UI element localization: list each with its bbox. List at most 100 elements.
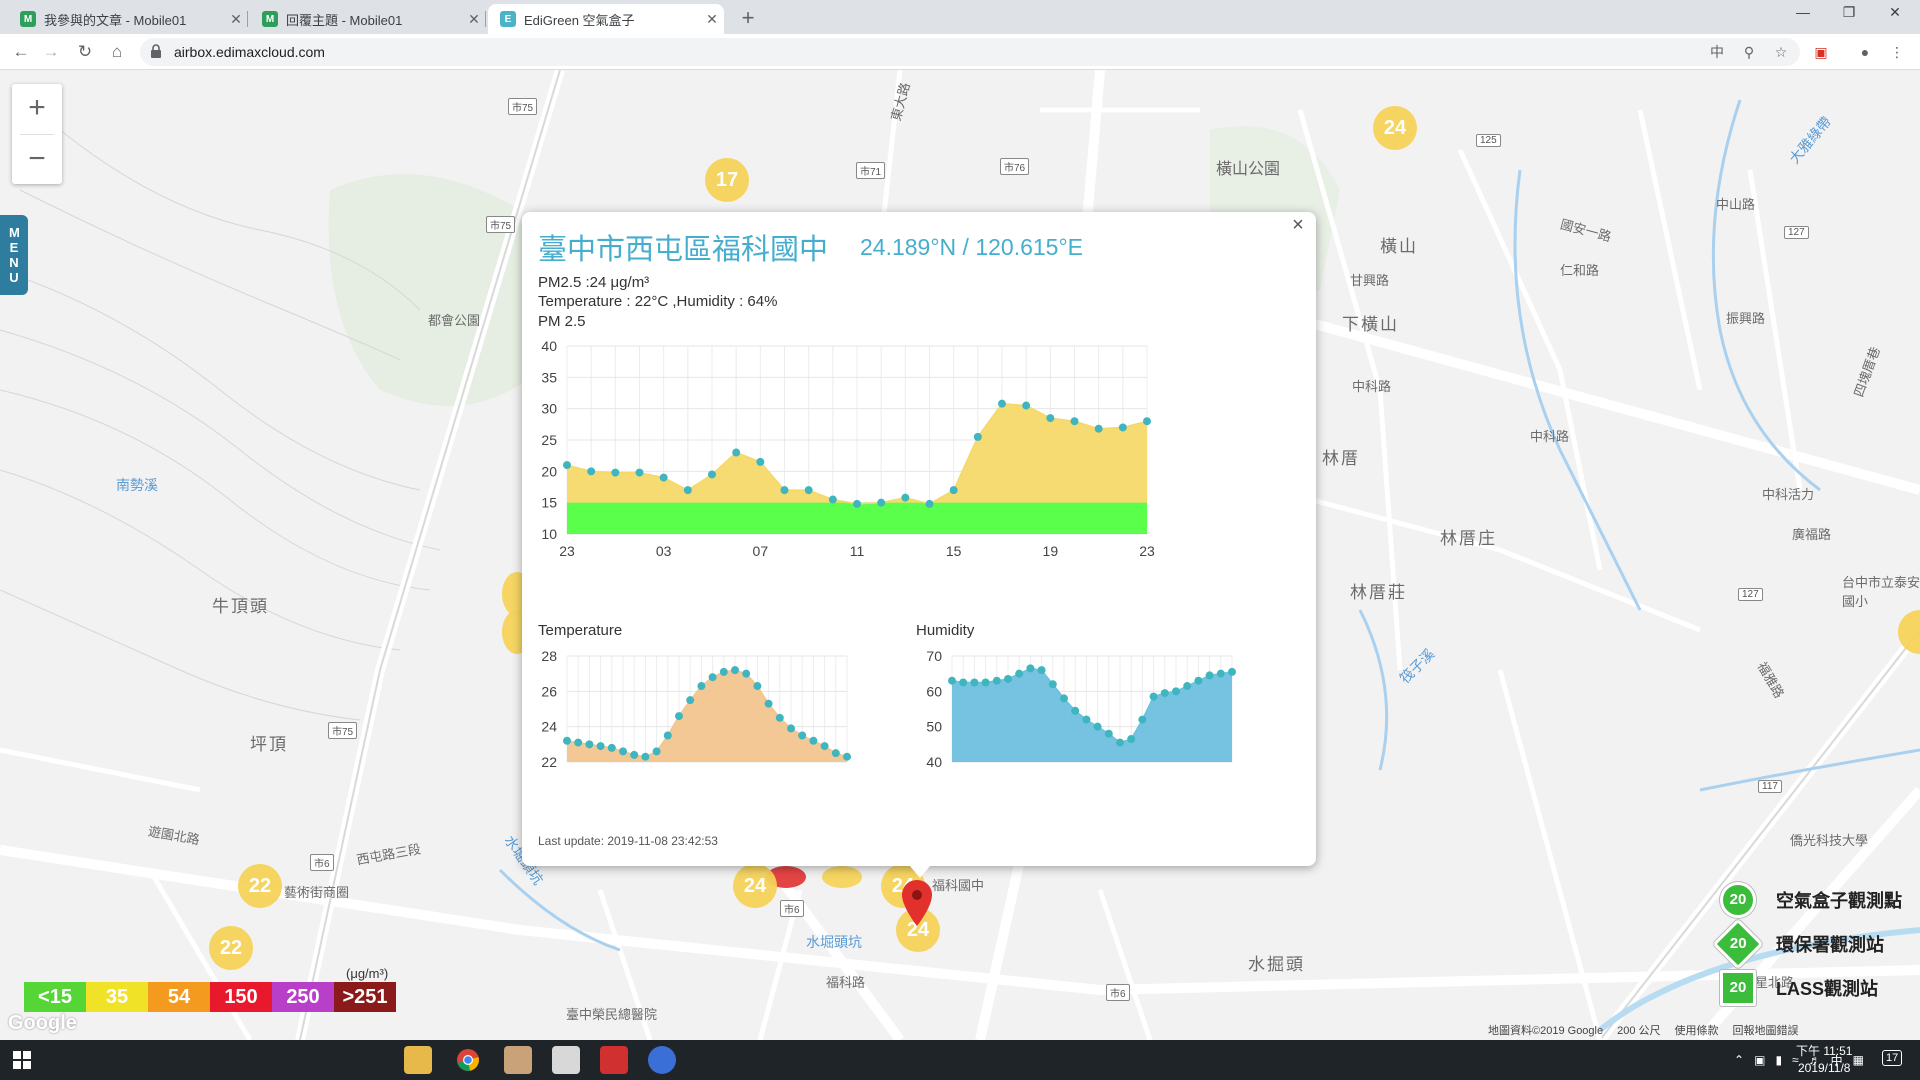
popup-pointer [910,866,930,878]
selected-station-pin-icon[interactable] [902,880,932,926]
chrome-menu-icon[interactable]: ⋮ [1888,43,1906,61]
zoom-icon[interactable]: ⚲ [1740,43,1758,61]
edigreen-favicon-icon: E [500,11,516,27]
bookmark-star-icon[interactable]: ☆ [1772,43,1790,61]
place-label: 僑光科技大學 [1790,833,1869,848]
data-point [925,499,934,508]
last-update-text: Last update: 2019-11-08 23:42:53 [538,834,718,848]
place-label: 福科國中 [932,878,985,893]
close-tab-icon[interactable]: ✕ [462,11,486,28]
close-tab-icon[interactable]: ✕ [224,11,248,28]
data-point [798,731,807,740]
chrome-icon[interactable] [454,1046,482,1074]
air-quality-marker[interactable]: 24 [733,864,777,908]
data-point [1004,674,1012,683]
air-quality-marker[interactable]: 24 [1373,106,1417,150]
data-point [708,470,716,479]
new-tab-button[interactable]: + [736,5,760,31]
tab-mobile01-reply[interactable]: M 回覆主題 - Mobile01 ✕ [250,4,486,34]
menu-toggle-button[interactable]: MENU [0,215,28,295]
minimize-window-button[interactable]: — [1780,4,1826,20]
close-popup-button[interactable]: × [1288,214,1308,237]
tab-edigreen[interactable]: E EdiGreen 空氣盒子 ✕ [488,4,724,34]
terms-link[interactable]: 使用條款 [1675,1022,1719,1038]
legend-airbox-station[interactable]: 20 空氣盒子觀測點 [1720,882,1902,918]
tab-mobile01-articles[interactable]: M 我參與的文章 - Mobile01 ✕ [8,4,248,34]
place-label: 振興路 [1726,311,1766,326]
data-point [1082,715,1091,724]
file-explorer-icon[interactable] [404,1046,432,1074]
tab-title: 回覆主題 - Mobile01 [286,12,403,28]
system-clock[interactable]: 下午 11:51 2019/11/8 [1796,1043,1852,1077]
data-point [732,448,741,457]
data-point [742,669,751,678]
app-icon[interactable] [600,1046,628,1074]
data-point [1116,738,1124,747]
humidity-chart-title: Humidity [916,622,975,639]
route-tag: 市75 [328,722,358,739]
pm25-chart: 10 15 20 25 30 35 40 23 03 07 11 15 19 23 [541,338,1155,559]
url-text: airbox.edimaxcloud.com [174,44,325,60]
data-point [1015,669,1024,678]
air-quality-marker[interactable]: 22 [209,926,253,970]
extension-icon[interactable]: ▣ [1812,43,1830,61]
tab-title: EdiGreen 空氣盒子 [524,12,635,28]
address-bar[interactable]: airbox.edimaxcloud.com [140,38,1800,66]
zoom-in-button[interactable]: + [12,84,62,134]
data-point [675,712,683,721]
data-point [1149,692,1158,701]
air-quality-marker[interactable]: 17 [705,158,749,202]
legend-level: 54 [148,982,210,1012]
data-point [574,738,583,747]
battery-icon[interactable]: ▮ [1775,1053,1782,1067]
legend-epa-station[interactable]: 20 環保署觀測站 [1712,918,1884,970]
data-point [1143,417,1151,426]
air-quality-marker[interactable]: 22 [238,864,282,908]
data-point [1026,664,1035,673]
close-window-button[interactable]: ✕ [1872,4,1918,21]
station-badge: 20 [1720,882,1756,918]
tray-app-icon[interactable]: ▣ [1754,1053,1765,1067]
data-point [831,749,840,758]
data-point [753,682,762,691]
notification-center-icon[interactable]: 17 [1882,1050,1903,1066]
legend-level: 35 [86,982,148,1012]
legend-lass-station[interactable]: 20 LASS觀測站 [1720,970,1878,1006]
windows-start-icon[interactable] [8,1046,36,1074]
data-point [719,667,728,676]
place-label: 牛頂頭 [212,597,269,616]
tray-expand-icon[interactable]: ⌃ [1734,1053,1744,1067]
temperature-chart-title: Temperature [538,622,623,639]
data-point [683,486,692,495]
reload-icon[interactable]: ↻ [72,39,98,65]
data-point [563,736,571,745]
y-tick-label: 35 [541,369,557,385]
data-point [1127,735,1136,744]
data-point [775,713,784,722]
zoom-out-button[interactable]: − [12,135,62,185]
place-label: 橫山 [1380,237,1418,256]
pm25-reading: PM2.5 :24 μg/m³ [538,274,650,291]
close-tab-icon[interactable]: ✕ [700,11,724,28]
back-icon[interactable]: ← [8,39,34,65]
data-point [756,457,765,466]
place-label: 水掘頭 [1248,955,1305,974]
windows-taskbar: ⌃ ▣ ▮ ≈ ♬ 中 ▦ 下午 11:51 2019/11/8 17 [0,1040,1920,1080]
station-type-label: 空氣盒子觀測點 [1776,891,1902,911]
report-map-error-link[interactable]: 回報地圖錯誤 [1733,1022,1799,1038]
profile-icon[interactable]: ● [1856,43,1874,61]
forward-icon[interactable]: → [38,39,64,65]
input-mode-icon[interactable]: ▦ [1853,1053,1864,1067]
data-point [1048,680,1057,689]
home-icon[interactable]: ⌂ [104,39,130,65]
place-label: 都會公園 [428,313,481,328]
app-icon[interactable] [648,1046,676,1074]
air-quality-marker-partial[interactable] [822,866,862,888]
y-tick-label: 30 [541,401,557,417]
translate-icon[interactable]: 中 [1708,43,1726,61]
app-icon[interactable] [552,1046,580,1074]
restore-window-button[interactable]: ❐ [1826,4,1872,21]
app-icon[interactable] [504,1046,532,1074]
station-coordinates: 24.189°N / 120.615°E [860,234,1084,260]
route-tag: 117 [1758,780,1782,793]
